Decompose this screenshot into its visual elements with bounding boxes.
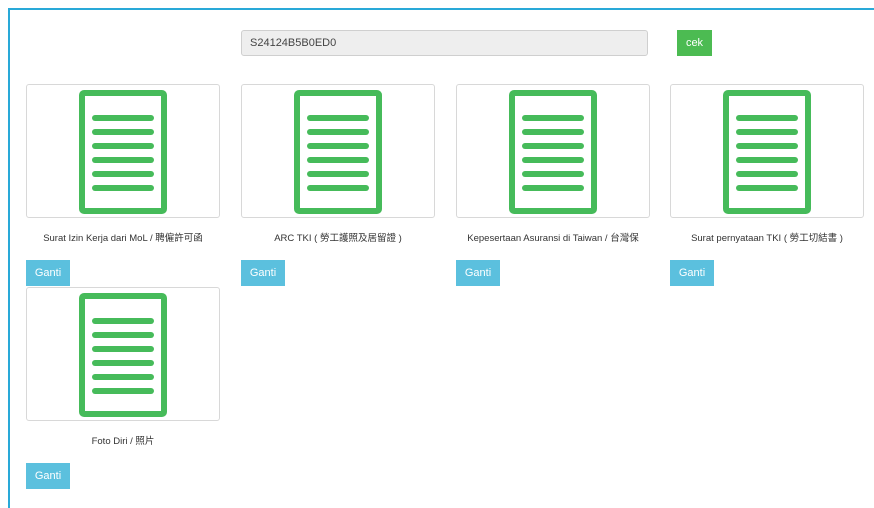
document-caption: ARC TKI ( 勞工護照及居留證 ) [274,233,402,244]
document-icon [79,293,167,417]
document-icon [294,90,382,214]
document-thumbnail[interactable] [26,84,220,218]
code-input[interactable]: S24124B5B0ED0 [241,30,648,56]
document-caption: Surat Izin Kerja dari MoL / 聘僱許可函 [43,233,203,244]
document-thumbnail[interactable] [670,84,864,218]
document-caption: Surat pernyataan TKI ( 勞工切結書 ) [691,233,843,244]
replace-button[interactable]: Ganti [670,260,714,286]
replace-button[interactable]: Ganti [26,463,70,489]
document-icon [79,90,167,214]
replace-button[interactable]: Ganti [26,260,70,286]
document-icon [509,90,597,214]
document-thumbnail[interactable] [456,84,650,218]
document-caption: Foto Diri / 照片 [91,436,155,447]
replace-button[interactable]: Ganti [241,260,285,286]
document-thumbnail[interactable] [26,287,220,421]
document-caption: Kepesertaan Asuransi di Taiwan / 台灣保 [467,233,639,244]
document-thumbnail[interactable] [241,84,435,218]
replace-button[interactable]: Ganti [456,260,500,286]
document-icon [723,90,811,214]
check-button[interactable]: cek [677,30,712,56]
